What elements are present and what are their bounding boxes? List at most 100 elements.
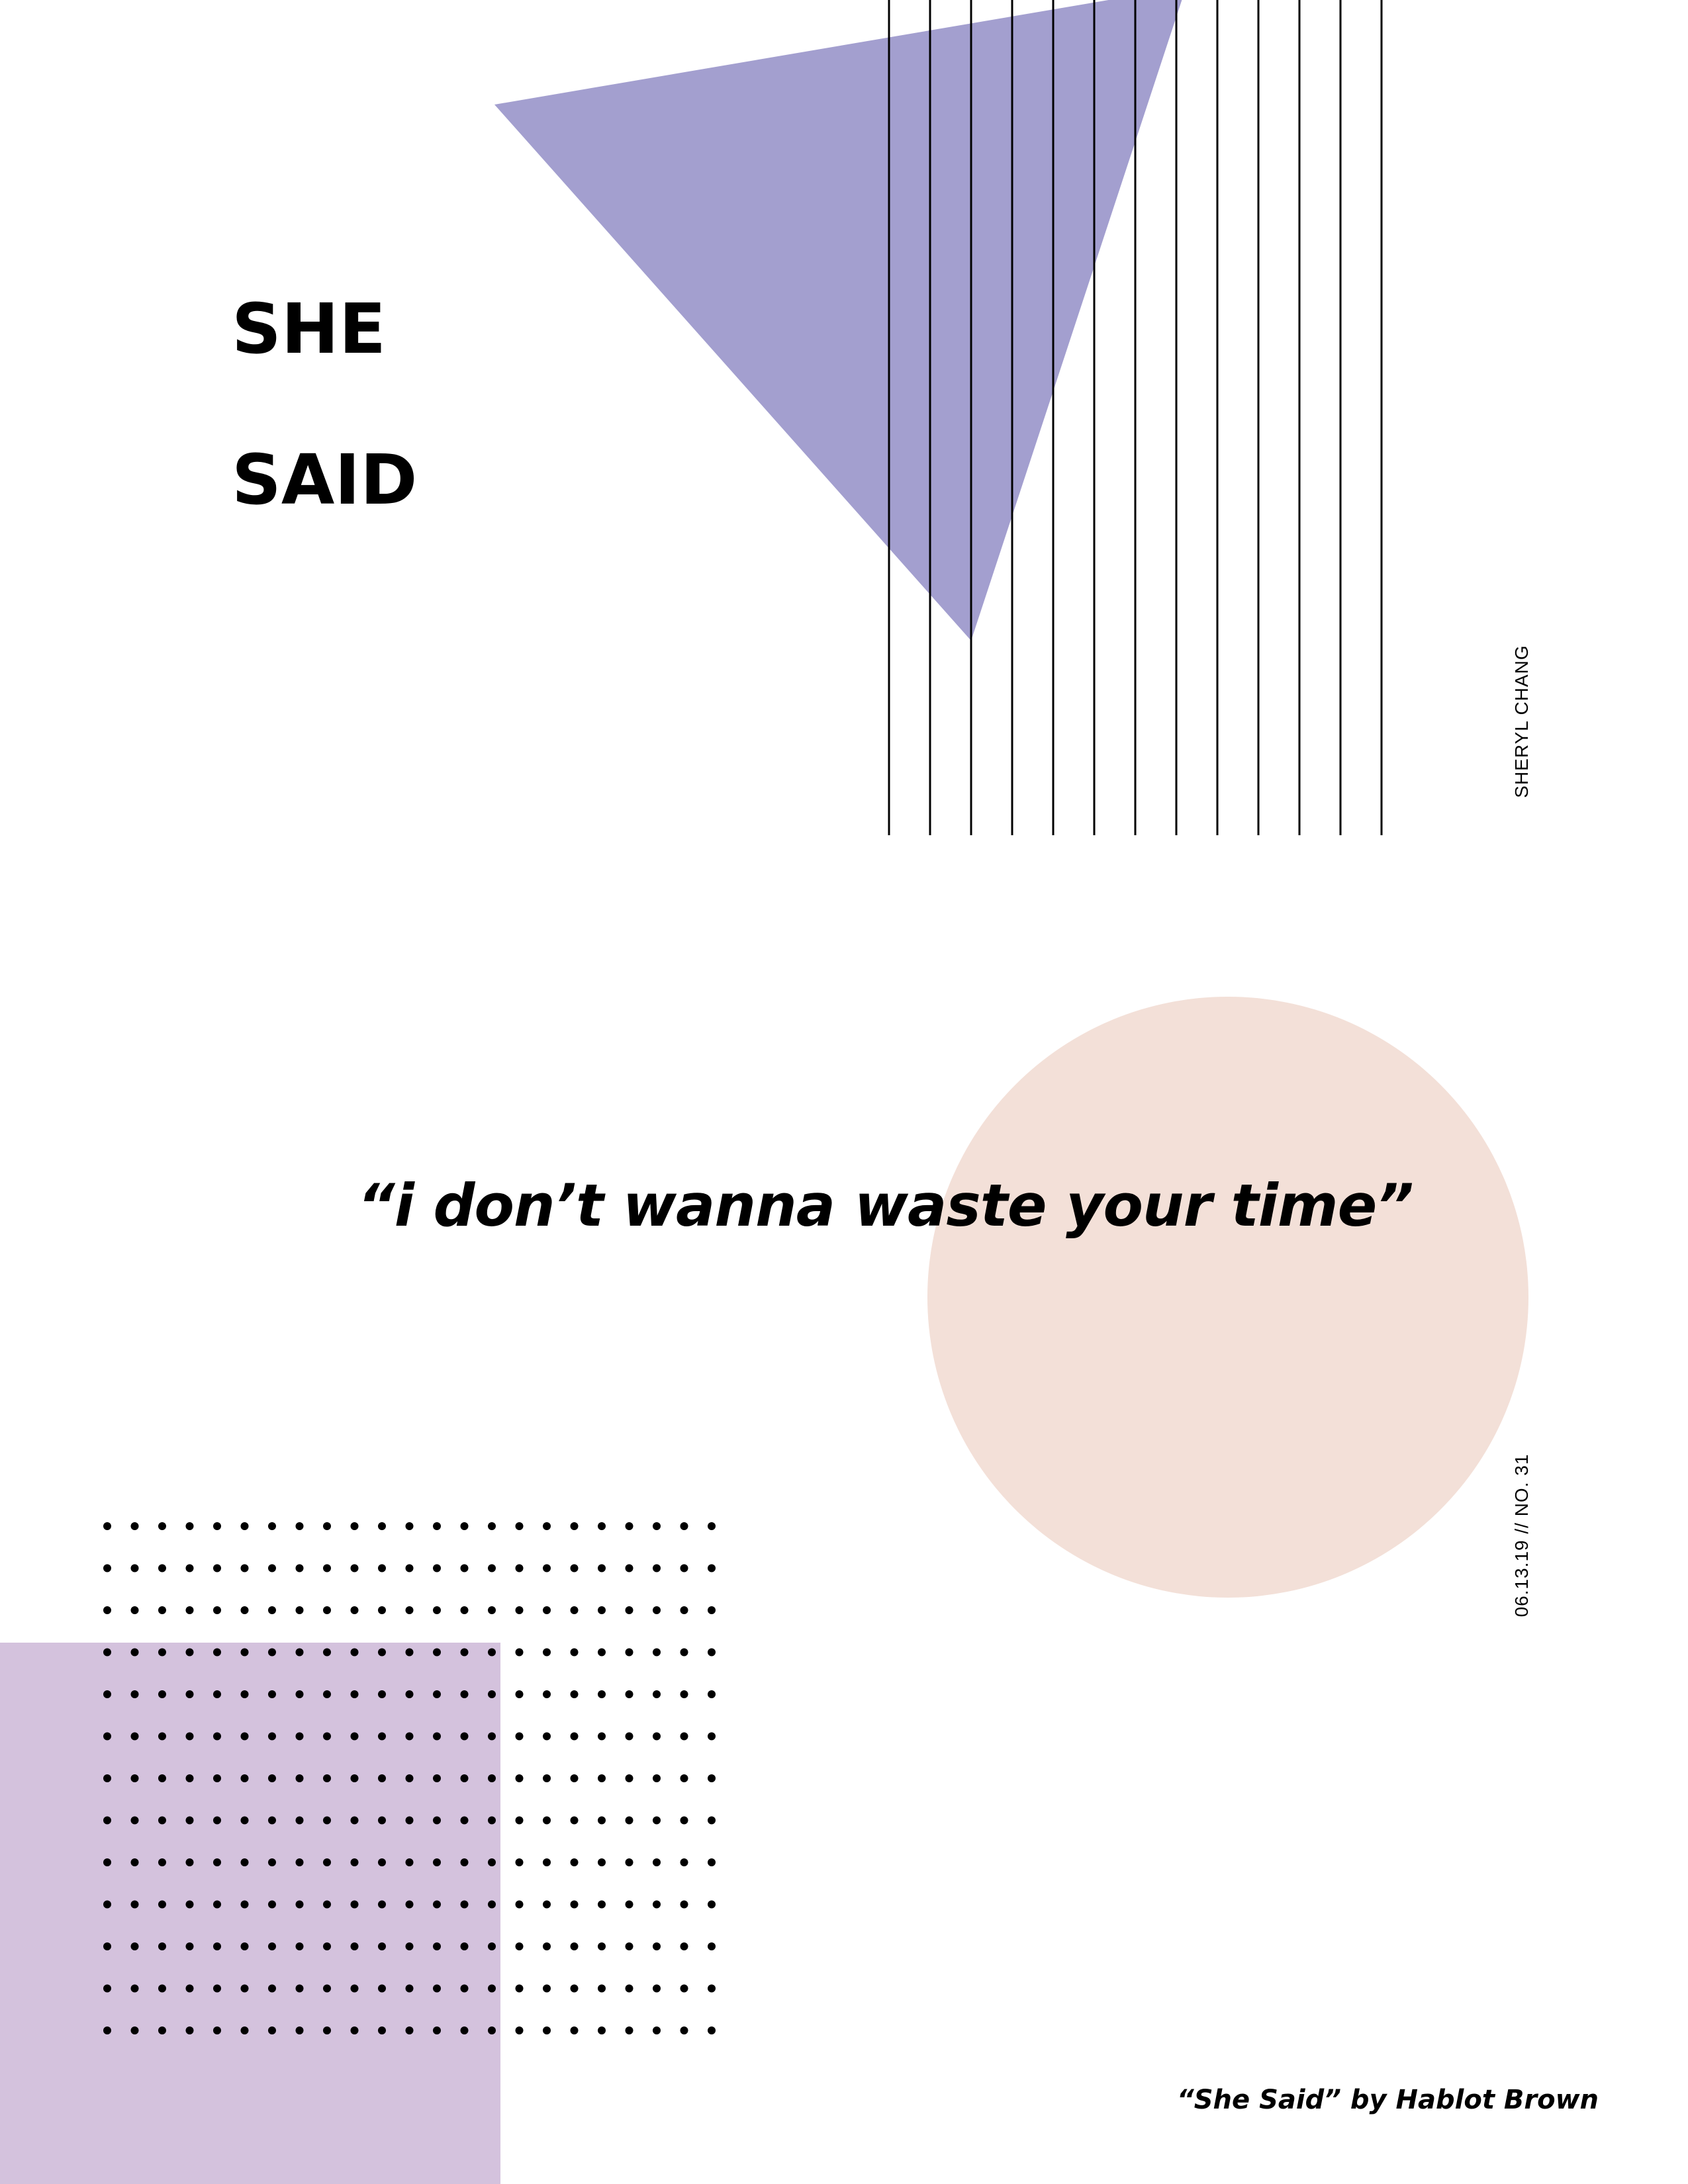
grid-dot — [240, 1816, 249, 1825]
grid-dot — [488, 2026, 496, 2034]
grid-dot — [680, 1774, 688, 1782]
grid-dot — [708, 1522, 716, 1530]
grid-dot — [378, 1942, 386, 1950]
grid-dot — [625, 1732, 633, 1741]
grid-dot — [543, 1522, 551, 1530]
grid-dot — [570, 1648, 579, 1657]
grid-dot — [433, 1564, 441, 1572]
grid-dot — [405, 1942, 414, 1950]
grid-dot — [213, 1690, 221, 1698]
grid-dot — [515, 1648, 524, 1657]
grid-dot — [213, 1858, 221, 1866]
grid-dot — [680, 1648, 688, 1657]
grid-dot — [185, 1984, 194, 1993]
grid-dot — [543, 1858, 551, 1866]
grid-dot — [185, 1942, 194, 1950]
grid-dot — [543, 1732, 551, 1741]
grid-dot — [405, 1648, 414, 1657]
grid-dot — [405, 1774, 414, 1782]
grid-dot — [130, 1606, 139, 1614]
grid-dot — [433, 1942, 441, 1950]
grid-dot — [708, 1606, 716, 1614]
grid-dot — [185, 1900, 194, 1909]
grid-dot — [515, 2026, 524, 2034]
grid-dot — [405, 2026, 414, 2034]
grid-dot — [598, 1900, 606, 1909]
grid-dot — [625, 1900, 633, 1909]
grid-dot — [213, 2026, 221, 2034]
grid-dot — [433, 2026, 441, 2034]
grid-dot — [405, 1732, 414, 1741]
grid-dot — [570, 1564, 579, 1572]
grid-dot — [460, 1522, 469, 1530]
grid-dot — [295, 1606, 304, 1614]
grid-dot — [268, 1984, 276, 1993]
grid-dot — [268, 1816, 276, 1825]
grid-dot — [213, 1984, 221, 1993]
grid-dot — [268, 1564, 276, 1572]
grid-dot — [130, 1522, 139, 1530]
grid-dot — [240, 1648, 249, 1657]
grid-dot — [460, 1648, 469, 1657]
grid-dot — [515, 1732, 524, 1741]
grid-dot — [653, 1690, 661, 1698]
grid-dot — [213, 1816, 221, 1825]
author-name: SHERYL CHANG — [1511, 645, 1532, 798]
grid-dot — [598, 1816, 606, 1825]
grid-dot — [323, 1648, 331, 1657]
grid-dot — [488, 1816, 496, 1825]
grid-dot — [543, 1816, 551, 1825]
grid-dot — [130, 1690, 139, 1698]
grid-dot — [460, 1816, 469, 1825]
grid-dot — [158, 1942, 166, 1950]
grid-dot — [240, 1564, 249, 1572]
grid-dot — [460, 1942, 469, 1950]
grid-dot — [625, 2026, 633, 2034]
grid-dot — [460, 1564, 469, 1572]
grid-dot — [350, 1606, 359, 1614]
grid-dot — [488, 1606, 496, 1614]
grid-dot — [378, 1606, 386, 1614]
grid-dot — [433, 1984, 441, 1993]
grid-dot — [158, 1648, 166, 1657]
grid-dot — [653, 1522, 661, 1530]
grid-dot — [185, 1606, 194, 1614]
grid-dot — [130, 1774, 139, 1782]
grid-dot — [295, 1984, 304, 1993]
grid-dot — [405, 1564, 414, 1572]
grid-dot — [405, 1984, 414, 1993]
grid-dot — [295, 1942, 304, 1950]
grid-dot — [543, 1564, 551, 1572]
grid-dot — [405, 1816, 414, 1825]
grid-dot — [708, 1564, 716, 1572]
grid-dot — [103, 1648, 111, 1657]
grid-dot — [240, 1984, 249, 1993]
grid-dot — [570, 1732, 579, 1741]
grid-dot — [350, 1648, 359, 1657]
grid-dot — [433, 1774, 441, 1782]
grid-dot — [625, 1564, 633, 1572]
grid-dot — [598, 1648, 606, 1657]
grid-dot — [625, 1648, 633, 1657]
grid-dot — [378, 1984, 386, 1993]
grid-dot — [625, 1690, 633, 1698]
grid-dot — [378, 1522, 386, 1530]
grid-dot — [488, 1984, 496, 1993]
grid-dot — [350, 1816, 359, 1825]
grid-dot — [350, 1690, 359, 1698]
grid-dot — [378, 1732, 386, 1741]
grid-dot — [570, 1816, 579, 1825]
grid-dot — [323, 1900, 331, 1909]
grid-dot — [158, 1816, 166, 1825]
grid-dot — [488, 1942, 496, 1950]
grid-dot — [240, 1732, 249, 1741]
grid-dot — [433, 1690, 441, 1698]
grid-dot — [598, 1858, 606, 1866]
grid-dot — [488, 1858, 496, 1866]
grid-dot — [515, 1606, 524, 1614]
grid-dot — [323, 1732, 331, 1741]
grid-dot — [543, 1690, 551, 1698]
grid-dot — [598, 1984, 606, 1993]
grid-dot — [543, 1900, 551, 1909]
grid-dot — [680, 1564, 688, 1572]
